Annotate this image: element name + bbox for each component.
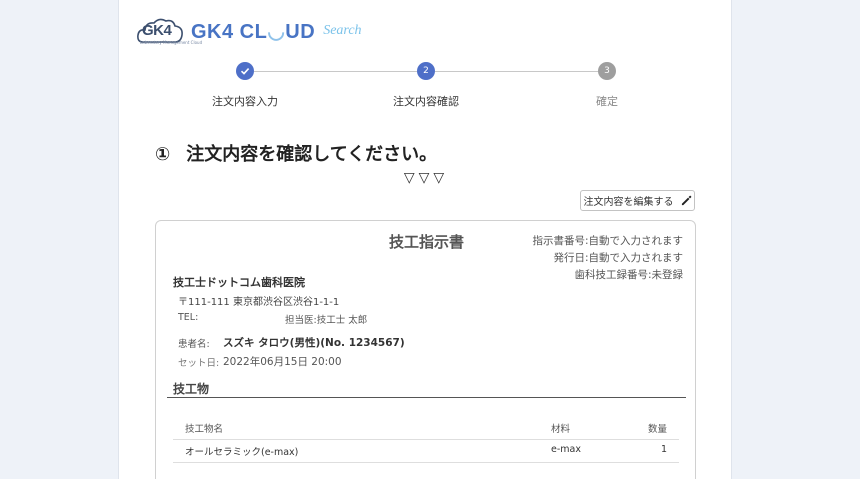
clinic-address: 〒111-111 東京都渋谷区渋谷1-1-1 [178,297,340,308]
patient-label: 患者名: [178,339,210,350]
cell-name: オールセラミック(e-max) [185,447,299,458]
logo-title-part-1: GK4 CL [191,20,268,43]
cell-material: e-max [551,444,581,455]
step-connector [435,71,598,72]
column-header-name: 技工物名 [185,424,224,435]
logo-title-part-2: UD [285,20,316,43]
progress-stepper: 2 3 注文内容入力 注文内容確認 確定 [119,62,731,110]
document-meta: 指示書番号:自動で入力されます 発行日:自動で入力されます 歯科技工録番号:未登… [532,233,683,284]
column-header-quantity: 数量 [647,424,667,435]
tel-label: TEL: [178,312,199,323]
set-date-value: 2022年06月15日 20:00 [223,356,342,368]
table-row: オールセラミック(e-max) e-max 1 [173,440,679,463]
record-number: 歯科技工録番号:未登録 [574,269,683,281]
step-1-check-icon [236,62,254,80]
issue-date: 発行日:自動で入力されます [553,252,683,264]
doctor-name: 担当医:技工士 太郎 [285,315,368,326]
page-container: GK4 Laboratory Management Cloud GK4 CL◡U… [118,0,732,479]
logo-search-text: Search [323,23,362,38]
instruction-number: 指示書番号:自動で入力されます [532,235,683,247]
section-divider [167,397,686,398]
down-arrows-icon: ▽▽▽ [403,170,449,186]
gk4-badge-icon: GK4 Laboratory Management Cloud [137,16,202,46]
badge-text: GK4 [142,22,172,39]
order-document-card: 技工指示書 指示書番号:自動で入力されます 発行日:自動で入力されます 歯科技工… [155,220,696,479]
logo-title: GK4 CL◡UD [191,19,315,44]
heading-text: 注文内容を確認してください。 [186,144,438,165]
app-logo[interactable]: GK4 Laboratory Management Cloud GK4 CL◡U… [137,14,362,48]
clinic-name: 技工士ドットコム歯科医院 [173,276,305,289]
badge-caption: Laboratory Management Cloud [140,40,203,45]
edit-order-label: 注文内容を編集する [583,197,674,208]
set-date-label: セット日: [178,358,220,369]
patient-name: スズキ タロウ(男性)(No. 1234567) [223,337,405,349]
step-3-circle: 3 [598,62,616,80]
step-connector [254,71,417,72]
step-2-circle: 2 [417,62,435,80]
step-3-label: 確定 [596,95,618,108]
page-heading: ① 注文内容を確認してください。 [155,140,437,166]
edit-order-button[interactable]: 注文内容を編集する [580,190,695,211]
prosthesis-table: 技工物名 材料 数量 オールセラミック(e-max) e-max 1 [173,417,679,463]
step-1-label: 注文内容入力 [212,95,278,108]
column-header-material: 材料 [551,424,571,435]
table-header-row: 技工物名 材料 数量 [173,417,679,440]
heading-number: ① [155,144,171,165]
section-title-prosthesis: 技工物 [173,382,210,396]
step-2-label: 注文内容確認 [393,95,459,108]
logo-tooth-icon: ◡ [267,20,286,43]
cell-quantity: 1 [660,444,667,455]
pencil-icon [681,195,691,206]
